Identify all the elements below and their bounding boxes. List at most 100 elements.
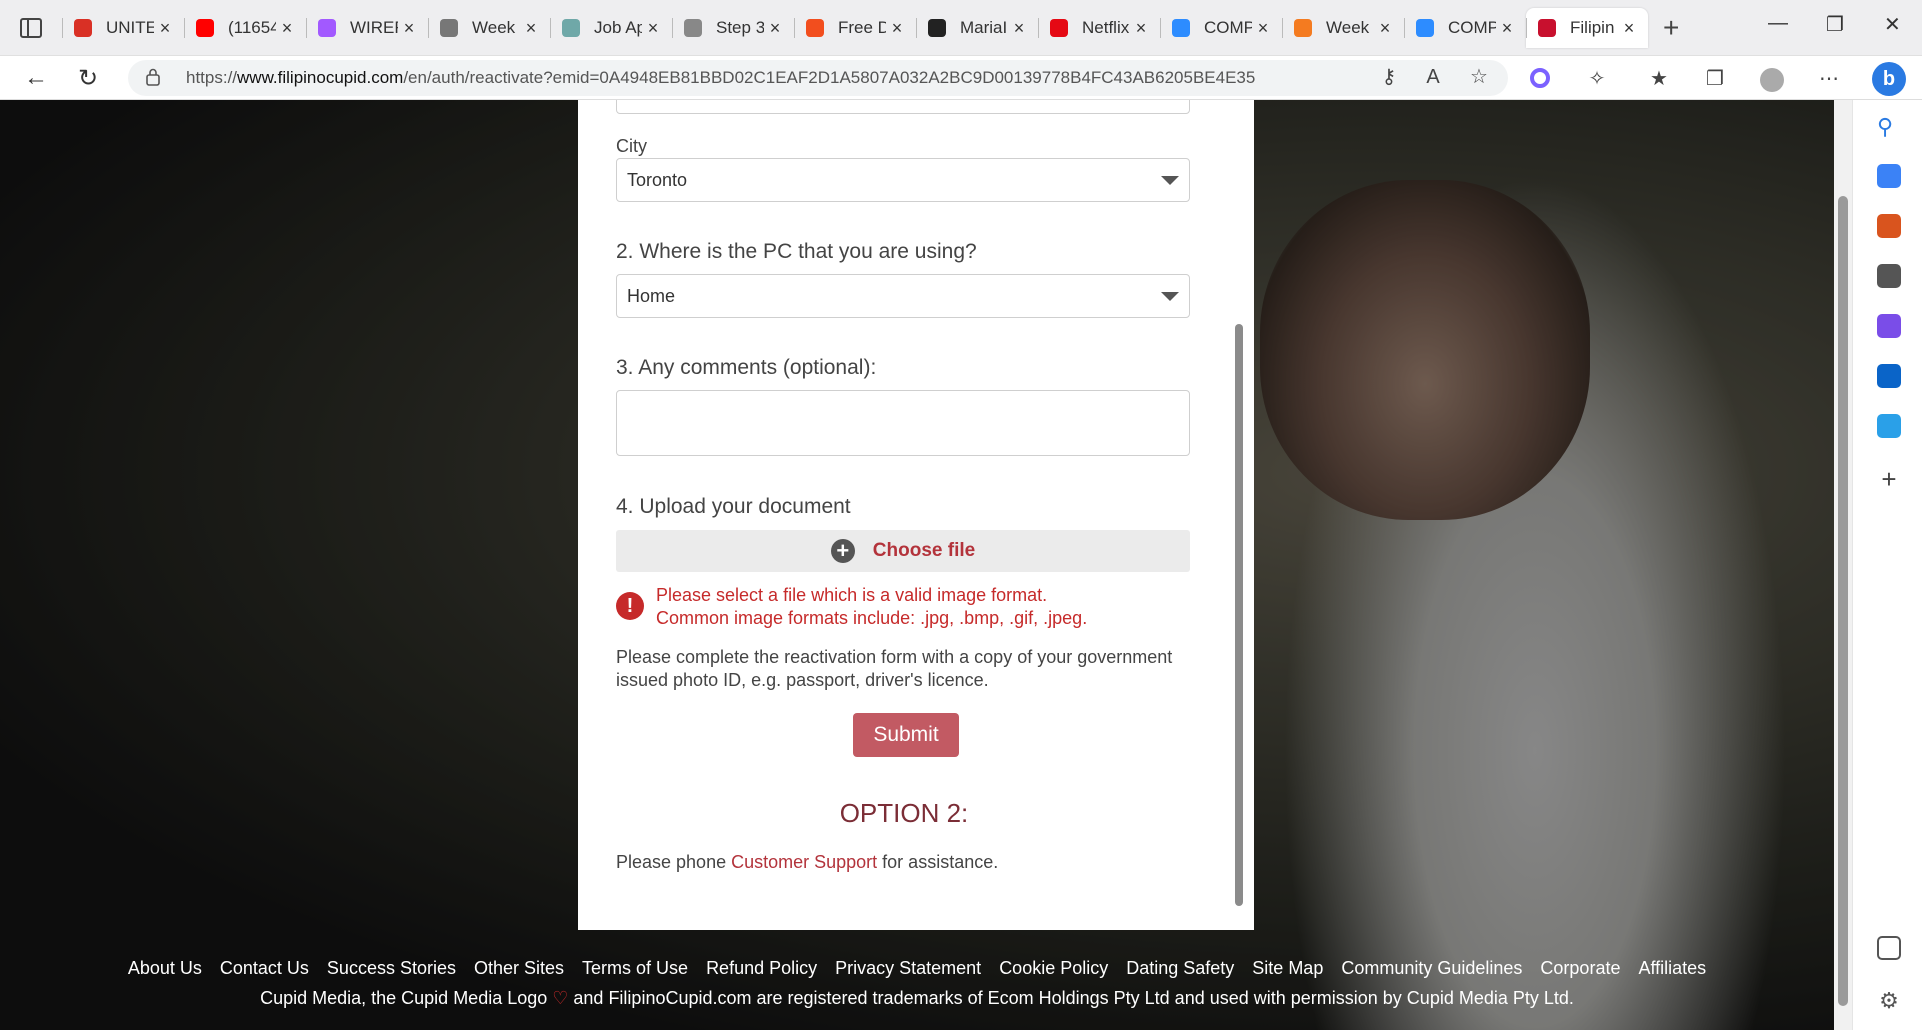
tab-close-icon[interactable]: × [1496, 18, 1518, 39]
tab-label: Netflix [1082, 18, 1130, 37]
tab-label: Step 3 [716, 18, 764, 37]
footer-link[interactable]: About Us [128, 958, 202, 979]
collections-icon[interactable]: ❐ [1704, 68, 1726, 90]
comments-textarea[interactable] [616, 390, 1190, 456]
footer-link[interactable]: Contact Us [220, 958, 309, 979]
option-2-title: OPTION 2: [839, 798, 969, 828]
add-favorite-icon[interactable]: ☆ [1468, 66, 1490, 88]
footer-link[interactable]: Privacy Statement [835, 958, 981, 979]
footer-link[interactable]: Terms of Use [582, 958, 688, 979]
settings-gear-icon[interactable]: ⚙ [1877, 988, 1901, 1013]
province-select[interactable] [616, 100, 1190, 114]
customer-support-link[interactable]: Customer Support [731, 852, 877, 872]
phone-support-text: Please phone Customer Support for assist… [616, 852, 998, 873]
lock-icon [146, 68, 160, 86]
tab-close-icon[interactable]: × [1130, 18, 1152, 39]
page-scrollbar-thumb[interactable] [1838, 196, 1848, 1006]
browser-tab[interactable]: WIREF× [306, 8, 428, 48]
drop-icon[interactable] [1877, 414, 1901, 438]
tab-close-icon[interactable]: × [1008, 18, 1030, 39]
microsoft-365-icon[interactable] [1877, 314, 1901, 338]
page-scrollbar[interactable] [1834, 100, 1852, 1030]
tab-close-icon[interactable]: × [764, 18, 786, 39]
browser-tab[interactable]: COMP × [1404, 8, 1526, 48]
url-text: https://www.filipinocupid.com/en/auth/re… [186, 68, 1256, 87]
tab-actions-icon[interactable] [20, 18, 42, 38]
tab-label: Filipin [1570, 18, 1615, 37]
pc-location-value: Home [627, 286, 676, 306]
close-window-icon[interactable]: ✕ [1884, 12, 1901, 37]
extensions-icon[interactable]: ✧ [1586, 68, 1608, 90]
footer-copyright: Cupid Media, the Cupid Media Logo ♡ and … [0, 988, 1834, 1009]
tab-close-icon[interactable]: × [276, 18, 298, 39]
tab-label: MariaI [960, 18, 1008, 37]
form-scrollbar-thumb[interactable] [1235, 324, 1243, 906]
browser-tab[interactable]: MariaI × [916, 8, 1038, 48]
submit-button[interactable]: Submit [853, 713, 959, 757]
bing-copilot-icon[interactable]: b [1872, 62, 1906, 96]
browser-tab[interactable]: Filipin × [1526, 8, 1648, 48]
plus-circle-icon: + [830, 539, 855, 563]
tab-close-icon[interactable]: × [1252, 18, 1274, 39]
tab-close-icon[interactable]: × [642, 18, 664, 39]
browser-tab[interactable]: (11654 × [184, 8, 306, 48]
back-icon[interactable]: ← [24, 64, 48, 92]
footer-link[interactable]: Refund Policy [706, 958, 817, 979]
games-icon[interactable] [1877, 264, 1901, 288]
browser-tab[interactable]: Week × [1282, 8, 1404, 48]
footer-link[interactable]: Cookie Policy [999, 958, 1108, 979]
new-tab-button[interactable]: + [1663, 14, 1679, 42]
tab-close-icon[interactable]: × [1374, 18, 1396, 39]
tab-close-icon[interactable]: × [520, 18, 542, 39]
footer-links: About Us Contact Us Success Stories Other S… [0, 958, 1834, 979]
read-aloud-icon[interactable]: A [1422, 66, 1444, 88]
error-line-1: Please select a file which is a valid im… [656, 585, 1048, 605]
key-icon[interactable]: ⚷ [1378, 66, 1400, 88]
footer-link[interactable]: Affiliates [1638, 958, 1706, 979]
restore-icon[interactable]: ❐ [1826, 12, 1844, 37]
q2-label: 2. Where is the PC that you are using? [616, 240, 977, 263]
choose-file-button[interactable]: + Choose file [616, 530, 1190, 572]
browser-tab[interactable]: Free D × [794, 8, 916, 48]
more-menu-icon[interactable]: ⋯ [1818, 68, 1840, 90]
add-sidebar-app-icon[interactable]: + [1877, 464, 1901, 494]
tools-icon[interactable] [1877, 214, 1901, 238]
tab-close-icon[interactable]: × [1618, 18, 1640, 39]
footer-link[interactable]: Other Sites [474, 958, 564, 979]
footer-link[interactable]: Corporate [1540, 958, 1620, 979]
form-scrollbar[interactable] [1230, 100, 1254, 930]
chevron-down-icon [1161, 176, 1179, 185]
outlook-icon[interactable] [1877, 364, 1901, 388]
search-icon[interactable]: ⚲ [1877, 114, 1901, 139]
extension-color-icon[interactable] [1530, 68, 1552, 90]
footer-link[interactable]: Dating Safety [1126, 958, 1234, 979]
tab-close-icon[interactable]: × [398, 18, 420, 39]
figma-icon [318, 19, 336, 37]
tab-close-icon[interactable]: × [154, 18, 176, 39]
browser-tab[interactable]: COMP × [1160, 8, 1282, 48]
minimize-icon[interactable]: — [1768, 12, 1788, 35]
tab-close-icon[interactable]: × [886, 18, 908, 39]
tab-label: Job Ap [594, 18, 642, 37]
favorites-icon[interactable]: ★ [1648, 68, 1670, 90]
browser-tab[interactable]: Week × [428, 8, 550, 48]
footer-link[interactable]: Success Stories [327, 958, 456, 979]
browser-tab[interactable]: Netflix × [1038, 8, 1160, 48]
refresh-icon[interactable]: ↻ [78, 64, 98, 93]
shopping-tag-icon[interactable] [1877, 164, 1901, 188]
browser-tab[interactable]: Step 3 × [672, 8, 794, 48]
instruction-text: Please complete the reactivation form wi… [616, 647, 1173, 690]
tab-label: WIREF [350, 18, 398, 37]
profile-avatar-icon[interactable] [1760, 68, 1784, 92]
heart-icon [1538, 19, 1556, 37]
city-select[interactable]: Toronto [616, 158, 1190, 202]
error-line-2: Common image formats include: .jpg, .bmp… [656, 608, 1088, 628]
hide-sidebar-icon[interactable] [1877, 936, 1901, 960]
footer-link[interactable]: Community Guidelines [1341, 958, 1522, 979]
browser-tab[interactable]: Job Ap × [550, 8, 672, 48]
pc-location-select[interactable]: Home [616, 274, 1190, 318]
footer-link[interactable]: Site Map [1252, 958, 1323, 979]
browser-tab[interactable]: UNITE × [62, 8, 184, 48]
copyright-text-start: Cupid Media, the Cupid Media Logo [260, 988, 553, 1008]
url-field[interactable]: https://www.filipinocupid.com/en/auth/re… [128, 60, 1508, 96]
